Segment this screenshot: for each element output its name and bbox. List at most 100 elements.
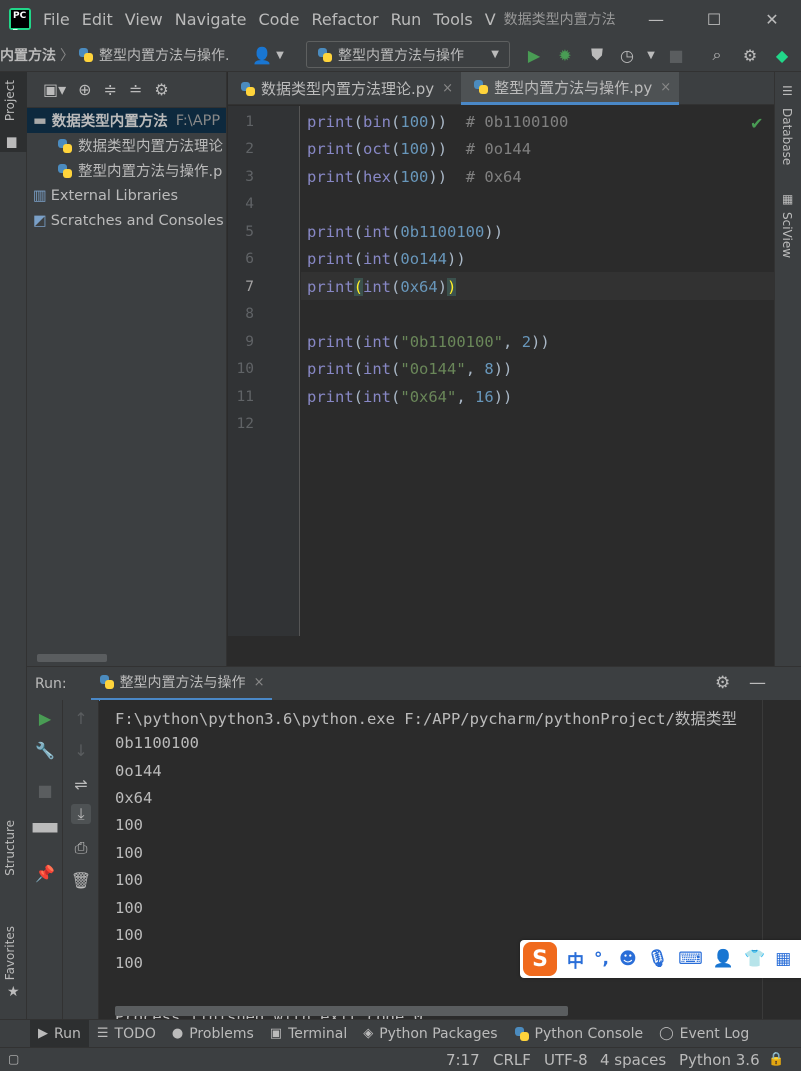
menu-code[interactable]: Code — [259, 10, 300, 29]
code-token: print — [307, 113, 354, 131]
close-button[interactable]: ✕ — [743, 0, 801, 38]
favorites-tool-tab[interactable]: Favorites — [3, 926, 17, 980]
database-tool-tab[interactable]: Database — [780, 108, 794, 165]
python-interpreter[interactable]: Python 3.6 — [679, 1051, 760, 1069]
console-line: 100 — [115, 816, 143, 834]
gear-icon[interactable]: ⚙ — [154, 80, 168, 99]
console-line: 100 — [115, 926, 143, 944]
gear-icon[interactable]: ⚙ — [715, 673, 730, 693]
tree-scratches[interactable]: ◩ Scratches and Consoles — [27, 208, 226, 233]
microphone-icon[interactable]: 🎙 — [647, 949, 669, 969]
run-tab[interactable]: 整型内置方法与操作 × — [90, 667, 273, 701]
close-icon[interactable]: × — [442, 81, 453, 96]
tree-file-2[interactable]: 整型内置方法与操作.p — [27, 158, 226, 183]
line-separator[interactable]: CRLF — [493, 1051, 531, 1069]
sogou-logo-icon[interactable]: S — [523, 942, 557, 976]
arrow-up-icon[interactable]: ↑ — [71, 708, 91, 728]
coverage-icon[interactable]: ⛊ — [587, 45, 607, 65]
ime-mode-toggle[interactable]: 中 — [567, 947, 584, 972]
stop-icon[interactable]: ■ — [666, 45, 686, 65]
stop-icon[interactable]: ■ — [35, 780, 55, 800]
chevron-down-icon[interactable]: ▼ — [270, 45, 290, 65]
bottom-tab-todo[interactable]: ☰ TODO — [89, 1020, 164, 1048]
menu-refactor[interactable]: Refactor — [311, 10, 378, 29]
console-line: 100 — [115, 844, 143, 862]
soft-wrap-icon[interactable]: ⇌ — [71, 774, 91, 794]
close-icon[interactable]: × — [254, 675, 265, 690]
sciview-tool-tab[interactable]: SciView — [780, 212, 794, 258]
bottom-tab-run[interactable]: ▶ Run — [30, 1019, 89, 1048]
pin-icon[interactable]: 📌 — [35, 863, 55, 883]
menu-run[interactable]: Run — [391, 10, 422, 29]
profile-icon[interactable]: ◷ — [617, 45, 637, 65]
skin-icon[interactable]: 👕 — [744, 949, 765, 969]
menu-navigate[interactable]: Navigate — [175, 10, 247, 29]
gear-icon[interactable]: ⚙ — [740, 45, 760, 65]
console-horizontal-scrollbar[interactable] — [115, 1006, 568, 1016]
apps-grid-icon[interactable]: ▦ — [775, 949, 791, 969]
user-icon[interactable]: 👤 — [252, 45, 272, 65]
menu-file[interactable]: File — [43, 10, 70, 29]
arrow-down-icon[interactable]: ↓ — [71, 740, 91, 760]
run-icon: ▶ — [38, 1026, 48, 1041]
breadcrumb-project[interactable]: 内置方法 — [0, 45, 56, 65]
toggle-tool-windows-icon[interactable]: ▢ — [8, 1052, 19, 1066]
breadcrumb-file[interactable]: 整型内置方法与操作. — [99, 45, 259, 65]
project-horizontal-scrollbar[interactable] — [37, 654, 107, 662]
code-token: 16 — [475, 388, 494, 406]
menu-tools[interactable]: Tools — [433, 10, 472, 29]
lock-icon[interactable]: 🔒 — [768, 1052, 784, 1067]
emoji-icon[interactable]: ☻ — [619, 949, 637, 969]
trash-icon[interactable]: 🗑 — [71, 870, 91, 890]
code-token-matched-brace: ( — [353, 278, 364, 296]
rerun-icon[interactable]: ▶ — [35, 708, 55, 728]
tree-file-1[interactable]: 数据类型内置方法理论 — [27, 133, 226, 158]
maximize-button[interactable]: ☐ — [685, 0, 743, 38]
bottom-tab-problems[interactable]: ● Problems — [164, 1020, 262, 1048]
project-tool-tab[interactable]: Project — [3, 80, 17, 121]
keyboard-icon[interactable]: ⌨ — [678, 949, 703, 969]
ime-punctuation-toggle[interactable]: °, — [594, 949, 609, 969]
print-icon[interactable]: ⎙ — [71, 838, 91, 858]
search-icon[interactable]: ⌕ — [707, 45, 727, 65]
user-icon[interactable]: 👤 — [713, 949, 734, 969]
collapse-all-icon[interactable]: ≐ — [129, 80, 142, 99]
bottom-tab-python-console[interactable]: Python Console — [506, 1020, 652, 1048]
code-editor[interactable]: print(bin(100)) # 0b1100100 print(oct(10… — [301, 106, 774, 636]
code-token: print — [307, 360, 354, 378]
inspection-ok-check-icon[interactable]: ✔ — [750, 114, 763, 133]
indent-setting[interactable]: 4 spaces — [600, 1051, 666, 1069]
menu-edit[interactable]: Edit — [82, 10, 113, 29]
tree-external-libraries[interactable]: ▥ External Libraries — [27, 183, 226, 208]
structure-tool-tab[interactable]: Structure — [3, 820, 17, 876]
menu-view[interactable]: View — [125, 10, 163, 29]
caret-position[interactable]: 7:17 — [446, 1051, 480, 1069]
chevron-down-icon[interactable]: ▼ — [641, 45, 661, 65]
bottom-tab-python-packages[interactable]: ◈ Python Packages — [355, 1020, 505, 1048]
hide-panel-icon[interactable]: — — [749, 673, 766, 693]
layout-icon[interactable]: ▀▀ — [33, 822, 58, 842]
run-configuration-select[interactable]: 整型内置方法与操作 ▼ — [306, 41, 510, 68]
bottom-tab-event-log[interactable]: ◯ Event Log — [651, 1020, 757, 1048]
project-view-icon[interactable]: ▣▾ — [43, 80, 66, 99]
tree-root-folder[interactable]: ▬ 数据类型内置方法 F:\APP — [27, 108, 226, 133]
tab-theory-file[interactable]: 数据类型内置方法理论.py × — [228, 72, 461, 105]
jetbrains-toolbox-icon[interactable]: ◆ — [772, 45, 792, 65]
debug-icon[interactable]: ✹ — [555, 45, 575, 65]
run-icon[interactable]: ▶ — [524, 45, 544, 65]
minimize-button[interactable]: — — [627, 0, 685, 38]
code-string: "0b1100100" — [400, 333, 504, 351]
tab-int-ops-file[interactable]: 整型内置方法与操作.py × — [461, 72, 680, 105]
scroll-to-end-icon[interactable]: ⤓ — [71, 804, 91, 824]
wrench-icon[interactable]: 🔧 — [35, 740, 55, 760]
run-toolbar-primary: ▶ 🔧 ■ ▀▀ 📌 — [27, 700, 63, 1019]
bottom-tab-label: Terminal — [288, 1025, 348, 1042]
close-icon[interactable]: × — [660, 80, 671, 95]
code-token: ( — [391, 250, 401, 268]
file-encoding[interactable]: UTF-8 — [544, 1051, 588, 1069]
bottom-tab-terminal[interactable]: ▣ Terminal — [262, 1020, 355, 1048]
locate-icon[interactable]: ⊕ — [78, 80, 91, 99]
menu-vcs[interactable]: V — [485, 10, 496, 29]
python-file-icon — [99, 674, 115, 690]
expand-all-icon[interactable]: ≑ — [104, 80, 117, 99]
